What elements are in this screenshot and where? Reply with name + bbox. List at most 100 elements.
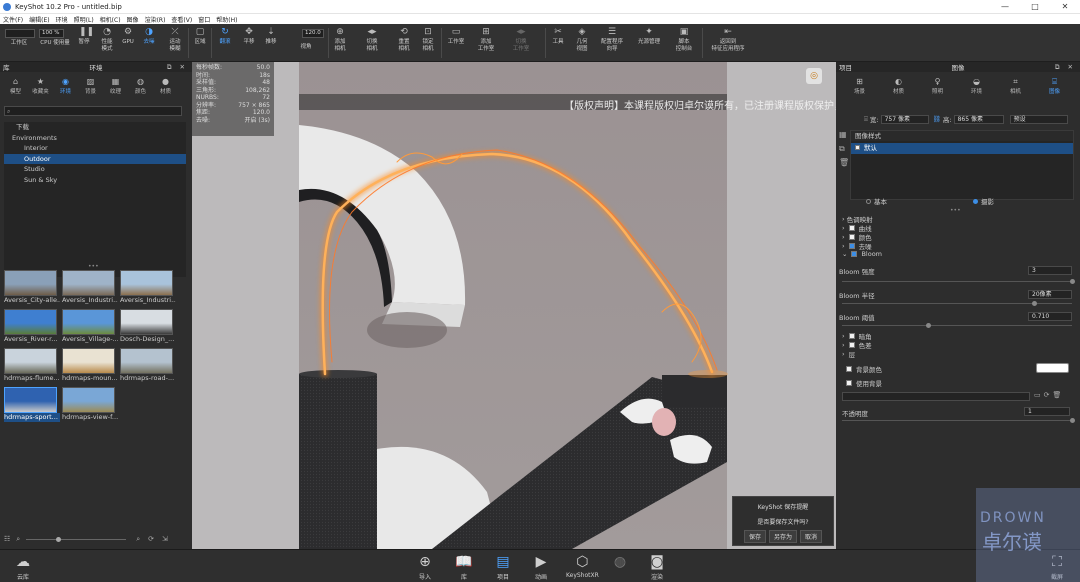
region-button[interactable]: ▢ 区域 bbox=[192, 27, 208, 46]
environment-thumbnail[interactable]: hdrmaps-moun... bbox=[62, 348, 118, 382]
panel-controls[interactable]: ⧉ ✕ bbox=[167, 63, 188, 72]
section-bloom[interactable]: ⌄ Bloom bbox=[842, 250, 882, 258]
environment-thumbnail[interactable]: Dosch-Design_... bbox=[120, 309, 175, 343]
delete-icon[interactable]: 🗑 bbox=[1053, 391, 1065, 399]
tab-color[interactable]: ◍ 颜色 bbox=[128, 76, 153, 98]
performance-mode-button[interactable]: ◔ 性能 模式 bbox=[97, 27, 117, 52]
tab-scene[interactable]: ⊞ 场景 bbox=[840, 76, 879, 98]
tab-environment[interactable]: ◒ 环境 bbox=[957, 76, 996, 98]
tools-button[interactable]: ✂ 工具 bbox=[549, 27, 567, 46]
lock-camera-button[interactable]: ⊡ 锁定 相机 bbox=[419, 27, 437, 52]
tab-environment[interactable]: ◉ 环境 bbox=[53, 76, 78, 98]
configurator-wizard-button[interactable]: ☰ 配置程序 向导 bbox=[597, 27, 627, 52]
reset-camera-button[interactable]: ⟲ 重置 相机 bbox=[395, 27, 413, 52]
environment-thumbnail[interactable]: Aversis_Industri... bbox=[120, 270, 176, 304]
curves-checkbox[interactable] bbox=[848, 225, 855, 231]
color-checkbox[interactable] bbox=[848, 234, 855, 240]
menu-camera[interactable]: 相机(C) bbox=[97, 15, 124, 24]
light-manager-button[interactable]: ✦ 光源管理 bbox=[634, 27, 664, 46]
export-icon[interactable]: ⇲ bbox=[162, 535, 168, 543]
menu-edit[interactable]: 编辑(E) bbox=[26, 15, 52, 24]
switch-studio-button[interactable]: ◂▸ 切换 工作室 bbox=[509, 27, 533, 52]
environment-thumbnail[interactable]: hdrmaps-flume... bbox=[4, 348, 60, 382]
switch-camera-button[interactable]: ◂▸ 切换 相机 bbox=[361, 27, 383, 52]
vignette-checkbox[interactable] bbox=[848, 333, 855, 339]
bloom-radius-input[interactable]: 20像素 bbox=[1028, 290, 1072, 299]
background-image-field[interactable] bbox=[842, 392, 1030, 401]
basic-radio[interactable] bbox=[866, 198, 871, 204]
animation-button[interactable]: ▶ 动画 bbox=[530, 552, 552, 581]
library-button[interactable]: 📖 库 bbox=[453, 552, 475, 581]
menu-render[interactable]: 渲染(R) bbox=[142, 15, 169, 24]
project-button[interactable]: ▤ 项目 bbox=[492, 552, 514, 581]
menu-help[interactable]: 帮助(H) bbox=[213, 15, 240, 24]
cpu-usage-button[interactable]: CPU 使用量 bbox=[36, 40, 74, 47]
grid-view-icon[interactable]: ☷ bbox=[4, 535, 10, 543]
import-button[interactable]: ⊕ 导入 bbox=[414, 552, 436, 581]
menu-image[interactable]: 图像 bbox=[124, 15, 142, 24]
use-background-checkbox[interactable] bbox=[846, 380, 852, 386]
bg-color-swatch[interactable] bbox=[1036, 363, 1069, 373]
perspective-button[interactable]: 视角 bbox=[296, 44, 316, 51]
maximize-button[interactable]: □ bbox=[1020, 0, 1050, 13]
environment-thumbnail[interactable]: Aversis_Industri... bbox=[62, 270, 118, 304]
tab-camera[interactable]: ⌗ 相机 bbox=[996, 76, 1035, 98]
opacity-slider[interactable] bbox=[842, 418, 1075, 423]
bloom-threshold-input[interactable]: 0.710 bbox=[1028, 312, 1072, 321]
environment-thumbnail[interactable]: hdrmaps-road-... bbox=[120, 348, 175, 382]
folder-icon[interactable]: ▭ bbox=[1034, 391, 1044, 399]
pan-button[interactable]: ✥ 平移 bbox=[240, 27, 258, 46]
environment-thumbnail[interactable]: Aversis_Village-... bbox=[62, 309, 118, 343]
add-style-icon[interactable]: ▦ bbox=[839, 128, 849, 142]
menu-view[interactable]: 查看(V) bbox=[168, 15, 195, 24]
tab-texture[interactable]: ▦ 纹理 bbox=[103, 76, 128, 98]
menu-environment[interactable]: 环境 bbox=[53, 15, 71, 24]
add-camera-button[interactable]: ⊕ 添加 相机 bbox=[331, 27, 349, 52]
bloom-threshold-slider[interactable] bbox=[842, 323, 1072, 328]
dialog-cancel-button[interactable]: 取消 bbox=[800, 530, 823, 543]
tree-item-download[interactable]: 下载 bbox=[4, 122, 186, 133]
dialog-save-button[interactable]: 保存 bbox=[743, 530, 766, 543]
tree-item-studio[interactable]: Studio bbox=[4, 164, 186, 175]
render-badge-icon[interactable]: ◎ bbox=[806, 68, 822, 84]
tree-item-environments[interactable]: Environments bbox=[4, 133, 186, 144]
tab-model[interactable]: ⌂ 模型 bbox=[3, 76, 28, 98]
dialog-save-as-button[interactable]: 另存为 bbox=[768, 530, 797, 543]
tab-lighting[interactable]: ♀ 照明 bbox=[918, 76, 957, 98]
chromatic-checkbox[interactable] bbox=[848, 342, 855, 348]
bloom-radius-slider[interactable] bbox=[842, 301, 1072, 306]
denoise-button[interactable]: ◑ 去噪 bbox=[140, 27, 158, 46]
tumble-button[interactable]: ↻ 翻滚 bbox=[216, 27, 234, 46]
zoom-in-icon[interactable]: ⌕ bbox=[136, 535, 140, 544]
opacity-input[interactable]: 1 bbox=[1024, 407, 1070, 416]
bloom-strength-input[interactable]: 3 bbox=[1028, 266, 1072, 275]
environment-thumbnail[interactable]: Aversis_City-alle... bbox=[4, 270, 60, 304]
splitter-handle[interactable]: ••• bbox=[950, 207, 961, 214]
menu-window[interactable]: 窗口 bbox=[195, 15, 213, 24]
tab-material[interactable]: ● 材质 bbox=[153, 76, 178, 98]
keyshotxr-button[interactable]: ⬡ KeyShotXR bbox=[566, 552, 599, 579]
environment-thumbnail[interactable]: hdrmaps-sport... bbox=[4, 387, 60, 422]
link-aspect-icon[interactable]: ⛓ bbox=[933, 115, 941, 123]
dropdown[interactable] bbox=[5, 29, 35, 38]
bloom-checkbox[interactable] bbox=[851, 251, 858, 257]
photographic-radio[interactable] bbox=[973, 198, 978, 204]
zoom-input[interactable]: 100 % bbox=[39, 29, 64, 38]
environment-thumbnail[interactable]: Aversis_River-r... bbox=[4, 309, 59, 343]
cloud-library-button[interactable]: ☁ 云库 bbox=[12, 552, 34, 581]
render-button[interactable]: ◙ 渲染 bbox=[646, 552, 668, 581]
denoise-checkbox[interactable] bbox=[848, 243, 855, 249]
script-console-button[interactable]: ▣ 脚本 控制台 bbox=[672, 27, 696, 52]
close-button[interactable]: ✕ bbox=[1050, 0, 1080, 13]
menu-file[interactable]: 文件(F) bbox=[0, 15, 26, 24]
environment-thumbnail[interactable]: hdrmaps-view-f... bbox=[62, 387, 118, 421]
library-search-input[interactable]: ⌕ bbox=[4, 106, 182, 116]
minimize-button[interactable]: — bbox=[990, 0, 1020, 13]
preset-dropdown[interactable]: 预设 bbox=[1009, 114, 1068, 124]
tab-favorites[interactable]: ★ 收藏夹 bbox=[28, 76, 53, 98]
render-viewport[interactable]: 每秒帧数: 50.0 时间: 18s 采样值: 48 三角形: 108,262 NURBS: 72… bbox=[192, 62, 836, 549]
bg-color-checkbox[interactable] bbox=[846, 366, 852, 372]
fov-input[interactable]: 120.0 bbox=[302, 29, 324, 38]
gpu-button[interactable]: ⚙ GPU bbox=[121, 27, 135, 46]
section-layer[interactable]: › 层 bbox=[842, 349, 855, 359]
